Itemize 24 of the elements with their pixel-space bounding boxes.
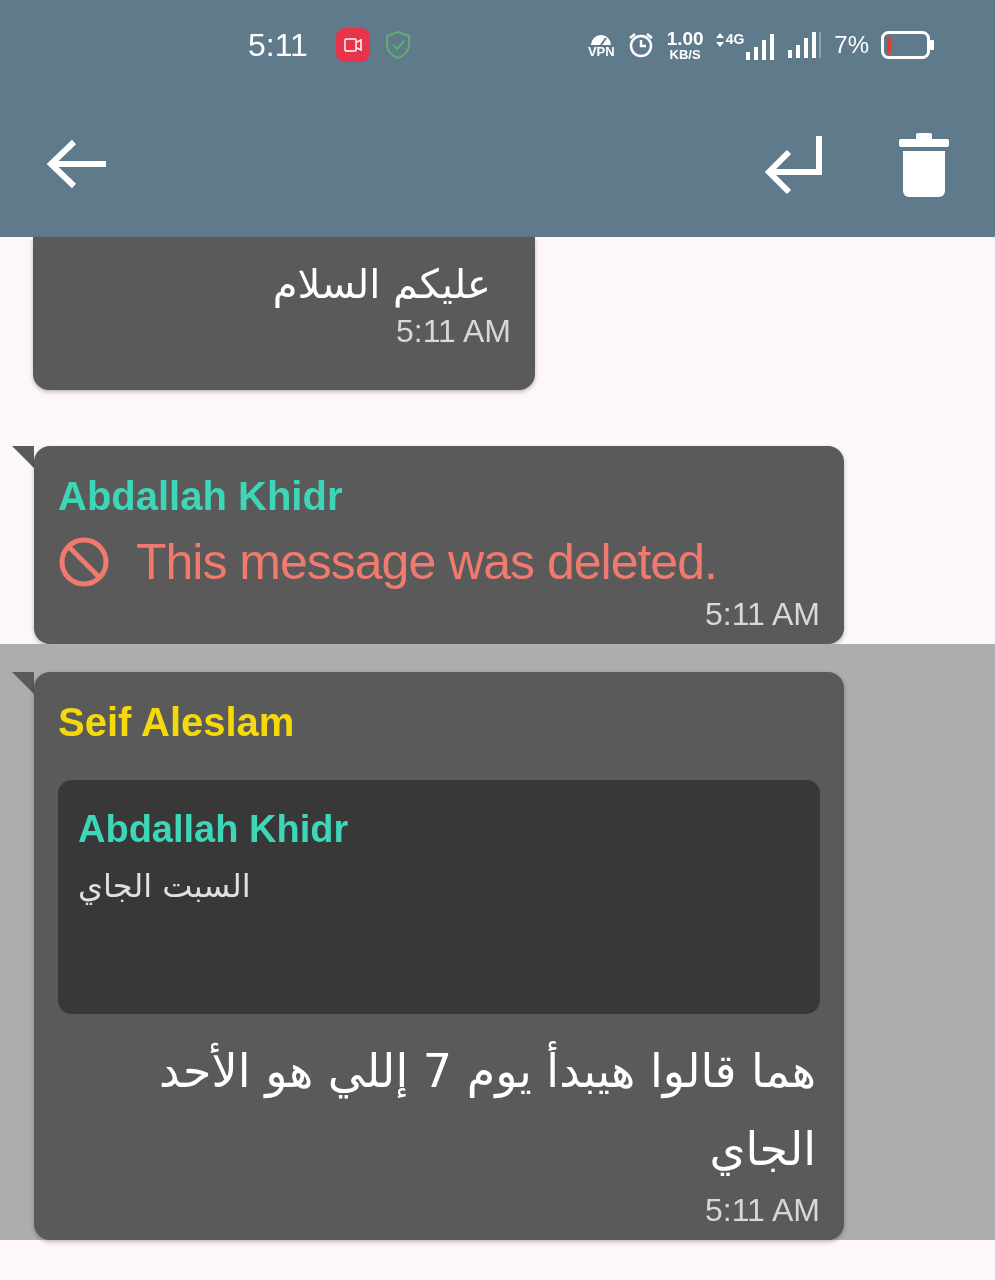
clock: 5:11	[248, 26, 308, 65]
sender-name: Abdallah Khidr	[58, 473, 344, 520]
mobile-signal-indicator: 4G	[715, 30, 777, 60]
battery-icon	[881, 31, 935, 59]
deleted-icon	[58, 536, 110, 588]
deleted-message-text: This message was deleted.	[136, 533, 717, 592]
delete-button[interactable]	[899, 130, 949, 197]
screen-record-icon	[335, 28, 370, 62]
message-text: عليكم السلام	[272, 260, 491, 309]
message-text: هما قالوا هيبدأ يوم 7 إللي هو الأحد الجاي	[58, 1032, 820, 1188]
sender-name: Seif Aleslam	[58, 699, 296, 746]
shield-check-icon	[383, 30, 412, 60]
network-speed: 1.00 KB/S	[666, 29, 704, 61]
bubble-tail	[12, 446, 34, 468]
vpn-indicator: VPN	[587, 32, 615, 58]
quoted-text: السبت الجاي	[78, 866, 251, 907]
message-time: 5:11 AM	[395, 312, 511, 351]
battery-percent: 7%	[834, 30, 869, 60]
message-bubble[interactable]: Abdallah Khidr This message was deleted. 5:11 AM	[34, 446, 844, 644]
message-time: 5:11 AM	[704, 1191, 820, 1230]
bubble-tail	[12, 672, 34, 694]
signal-icon	[788, 32, 823, 58]
message-time: 5:11 AM	[704, 595, 820, 634]
quoted-sender-name: Abdallah Khidr	[78, 807, 349, 852]
